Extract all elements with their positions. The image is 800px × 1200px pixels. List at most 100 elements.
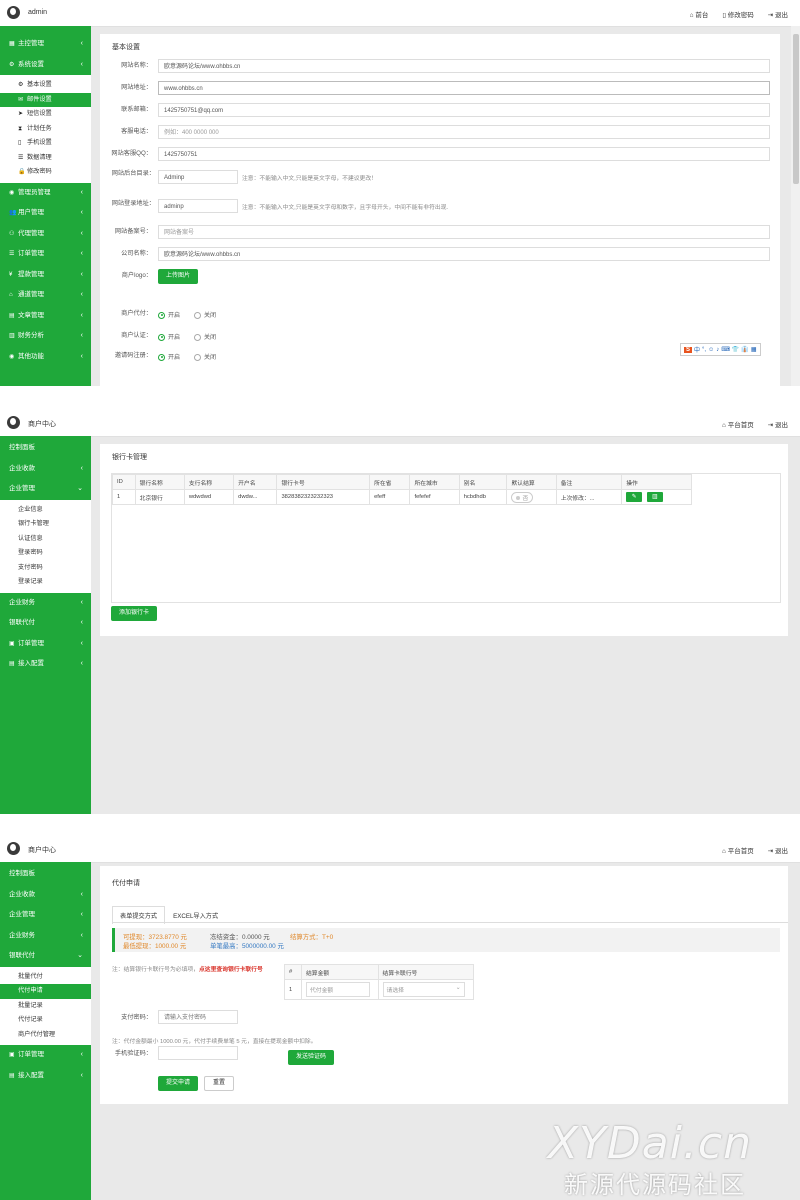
sub-cron[interactable]: ⧗ 计划任务 — [0, 122, 91, 137]
logout-link[interactable]: ⇥ 退出 — [768, 9, 788, 19]
site-url-input[interactable]: www.ohbbs.cn — [158, 81, 770, 95]
admin-dir-input[interactable]: Adminp — [158, 170, 238, 184]
page-title: 基本设置 — [112, 44, 140, 51]
nav-unionpay-payout[interactable]: 银联代付 ⌄ — [0, 946, 91, 967]
contact-email-input[interactable]: 1425750751@qq.com — [158, 103, 770, 117]
screenshot-bank-cards: 商户中心 ⌂ 平台首页 ⇥ 退出 控制面板 企业收款 ‹ 企业管理 ⌄ 企业信息 银… — [0, 410, 800, 814]
nav-company-finance[interactable]: 企业财务 ‹ — [0, 926, 91, 947]
chevron-left-icon: ‹ — [80, 250, 83, 257]
scrollbar[interactable] — [791, 26, 800, 386]
nav-articles[interactable]: ▤ 文章管理 ‹ — [0, 306, 91, 327]
col-default: 默认结算 — [506, 474, 557, 490]
reset-button[interactable]: 重置 — [204, 1076, 234, 1091]
sub-data-clean[interactable]: ☰ 数据清理 — [0, 151, 91, 166]
nav-agents[interactable]: ⚇ 代理管理 ‹ — [0, 224, 91, 245]
nav-orders[interactable]: ▣ 订单管理 ‹ — [0, 634, 91, 655]
sub-merchant-payout-manage[interactable]: 商户代付管理 — [0, 1028, 91, 1043]
login-addr-input[interactable]: adminp — [158, 199, 238, 213]
cell-card-no: 3828382323232323 — [276, 489, 371, 505]
nav-finance[interactable]: ▥ 财务分析 ‹ — [0, 326, 91, 347]
bank-code-select[interactable]: 请选择 ⌄ — [382, 982, 465, 997]
edit-button[interactable]: ✎ — [626, 492, 643, 502]
nav-orders[interactable]: ▣ 订单管理 ‹ — [0, 1045, 91, 1066]
sub-pay-password[interactable]: 支付密码 — [0, 561, 91, 576]
sub-basic-settings[interactable]: ⚙ 基本设置 — [0, 78, 91, 93]
site-name-input[interactable]: 欧意源码论坛/www.ohbbs.cn — [158, 59, 770, 73]
amount-input[interactable]: 代付金额 — [306, 982, 370, 997]
top-links: ⌂ 前台 ▯ 修改密码 ⇥ 退出 — [690, 9, 788, 19]
upload-logo-button[interactable]: 上传图片 — [158, 269, 198, 284]
system-submenu: ⚙ 基本设置 ✉ 邮件设置 ➤ 短信设置 ⧗ 计划任务 ▯ 手机设置 ☰ 数据清理 🔒 修改密… — [0, 75, 91, 183]
sub-change-password[interactable]: 🔒 修改密码 — [0, 165, 91, 180]
platform-home-link[interactable]: ⌂ 平台首页 — [722, 419, 754, 429]
merchant-payout-on[interactable]: 开启 — [158, 310, 180, 319]
logout-link[interactable]: ⇥ 退出 — [768, 845, 788, 855]
field-label: 支付密码： — [121, 1014, 152, 1021]
sub-mail-settings[interactable]: ✉ 邮件设置 — [0, 92, 91, 107]
sub-batch-records[interactable]: 批量记录 — [0, 999, 91, 1014]
nav-orders[interactable]: ☰ 订单管理 ‹ — [0, 244, 91, 265]
nav-company-finance[interactable]: 企业财务 ‹ — [0, 593, 91, 614]
sub-auth-info[interactable]: 认证信息 — [0, 532, 91, 547]
send-sms-button[interactable]: 发送验证码 — [288, 1050, 334, 1065]
chevron-left-icon: ‹ — [80, 639, 83, 647]
sub-batch-payout[interactable]: 批量代付 — [0, 970, 91, 985]
sub-mobile-settings[interactable]: ▯ 手机设置 — [0, 136, 91, 151]
nav-admins[interactable]: ◉ 管理员管理 ‹ — [0, 183, 91, 204]
service-phone-input[interactable]: 例如：400 0000 000 — [158, 125, 770, 139]
sub-company-info[interactable]: 企业信息 — [0, 503, 91, 518]
sub-payout-apply[interactable]: 代付申请 — [0, 984, 91, 999]
nav-system-settings[interactable]: ⚙ 系统设置 ‹ — [0, 55, 91, 76]
nav-dashboard[interactable]: ▦ 主控管理 ‹ — [0, 34, 91, 55]
nav-withdraw[interactable]: ¥ 提款管理 ‹ — [0, 265, 91, 286]
nav-integration[interactable]: ▤ 接入配置 ‹ — [0, 1066, 91, 1087]
nav-integration[interactable]: ▤ 接入配置 ‹ — [0, 654, 91, 675]
icp-input[interactable]: 网站备案号 — [158, 225, 770, 239]
nav-control-panel[interactable]: 控制面板 — [0, 438, 91, 459]
merchant-auth-on[interactable]: 开启 — [158, 332, 180, 341]
delete-button[interactable]: ▥ — [646, 492, 663, 502]
change-password-link[interactable]: ▯ 修改密码 — [722, 9, 753, 19]
sub-payout-records[interactable]: 代付记录 — [0, 1013, 91, 1028]
invite-code-off[interactable]: 关闭 — [194, 352, 216, 361]
company-input[interactable]: 欧意源码论坛/www.ohbbs.cn — [158, 247, 770, 261]
platform-home-link[interactable]: ⌂ 平台首页 — [722, 845, 754, 855]
scroll-thumb[interactable] — [793, 34, 799, 184]
gear-icon: ⚙ — [18, 82, 24, 88]
logout-link[interactable]: ⇥ 退出 — [768, 419, 788, 429]
sub-login-log[interactable]: 登录记录 — [0, 575, 91, 590]
nav-collection[interactable]: 企业收款 ‹ — [0, 459, 91, 480]
default-toggle[interactable]: 否 — [511, 491, 534, 503]
nav-channels[interactable]: ⌂ 通道管理 ‹ — [0, 285, 91, 306]
sms-code-input[interactable] — [158, 1046, 238, 1060]
plug-icon: ▤ — [9, 661, 15, 667]
nav-company-manage[interactable]: 企业管理 ‹ — [0, 905, 91, 926]
nav-other[interactable]: ◉ 其他功能 ‹ — [0, 347, 91, 368]
nav-users[interactable]: 👥 用户管理 ‹ — [0, 203, 91, 224]
ime-toolbar[interactable]: S 中 °, ☺ ♪ ⌨ 👕 👔 ▦ — [680, 343, 761, 356]
ime-skin-icon: 👕 — [731, 347, 740, 353]
invite-code-on[interactable]: 开启 — [158, 352, 180, 361]
chevron-left-icon: ‹ — [80, 931, 83, 939]
sub-login-password[interactable]: 登录密码 — [0, 546, 91, 561]
merchant-payout-off[interactable]: 关闭 — [194, 310, 216, 319]
submit-button[interactable]: 提交申请 — [158, 1076, 198, 1091]
max-single: 单笔最高：5000000.00 元 — [210, 943, 284, 950]
nav-unionpay-payout[interactable]: 银联代付 ‹ — [0, 613, 91, 634]
nav-company-manage[interactable]: 企业管理 ⌄ — [0, 479, 91, 500]
nav-control-panel[interactable]: 控制面板 — [0, 864, 91, 885]
settings-panel: 基本设置 网站名称： 欧意源码论坛/www.ohbbs.cn 网站地址： www… — [100, 34, 780, 386]
lock-icon: 🔒 — [18, 169, 26, 175]
service-qq-input[interactable]: 1425750751 — [158, 147, 770, 161]
sub-bank-cards[interactable]: 银行卡管理 — [0, 517, 91, 532]
nav-collection[interactable]: 企业收款 ‹ — [0, 885, 91, 906]
add-bank-card-button[interactable]: 添加银行卡 — [111, 606, 157, 621]
pay-password-input[interactable]: 请输入支付密码 — [158, 1010, 238, 1024]
merchant-auth-off[interactable]: 关闭 — [194, 332, 216, 341]
query-bank-code-link[interactable]: 点这里查询银行卡联行号 — [199, 967, 263, 973]
sub-sms-settings[interactable]: ➤ 短信设置 — [0, 107, 91, 122]
col-id: ID — [112, 474, 136, 490]
agent-icon: ⚇ — [9, 230, 15, 237]
field-label: 商户认证： — [121, 332, 152, 339]
front-link[interactable]: ⌂ 前台 — [690, 9, 709, 19]
